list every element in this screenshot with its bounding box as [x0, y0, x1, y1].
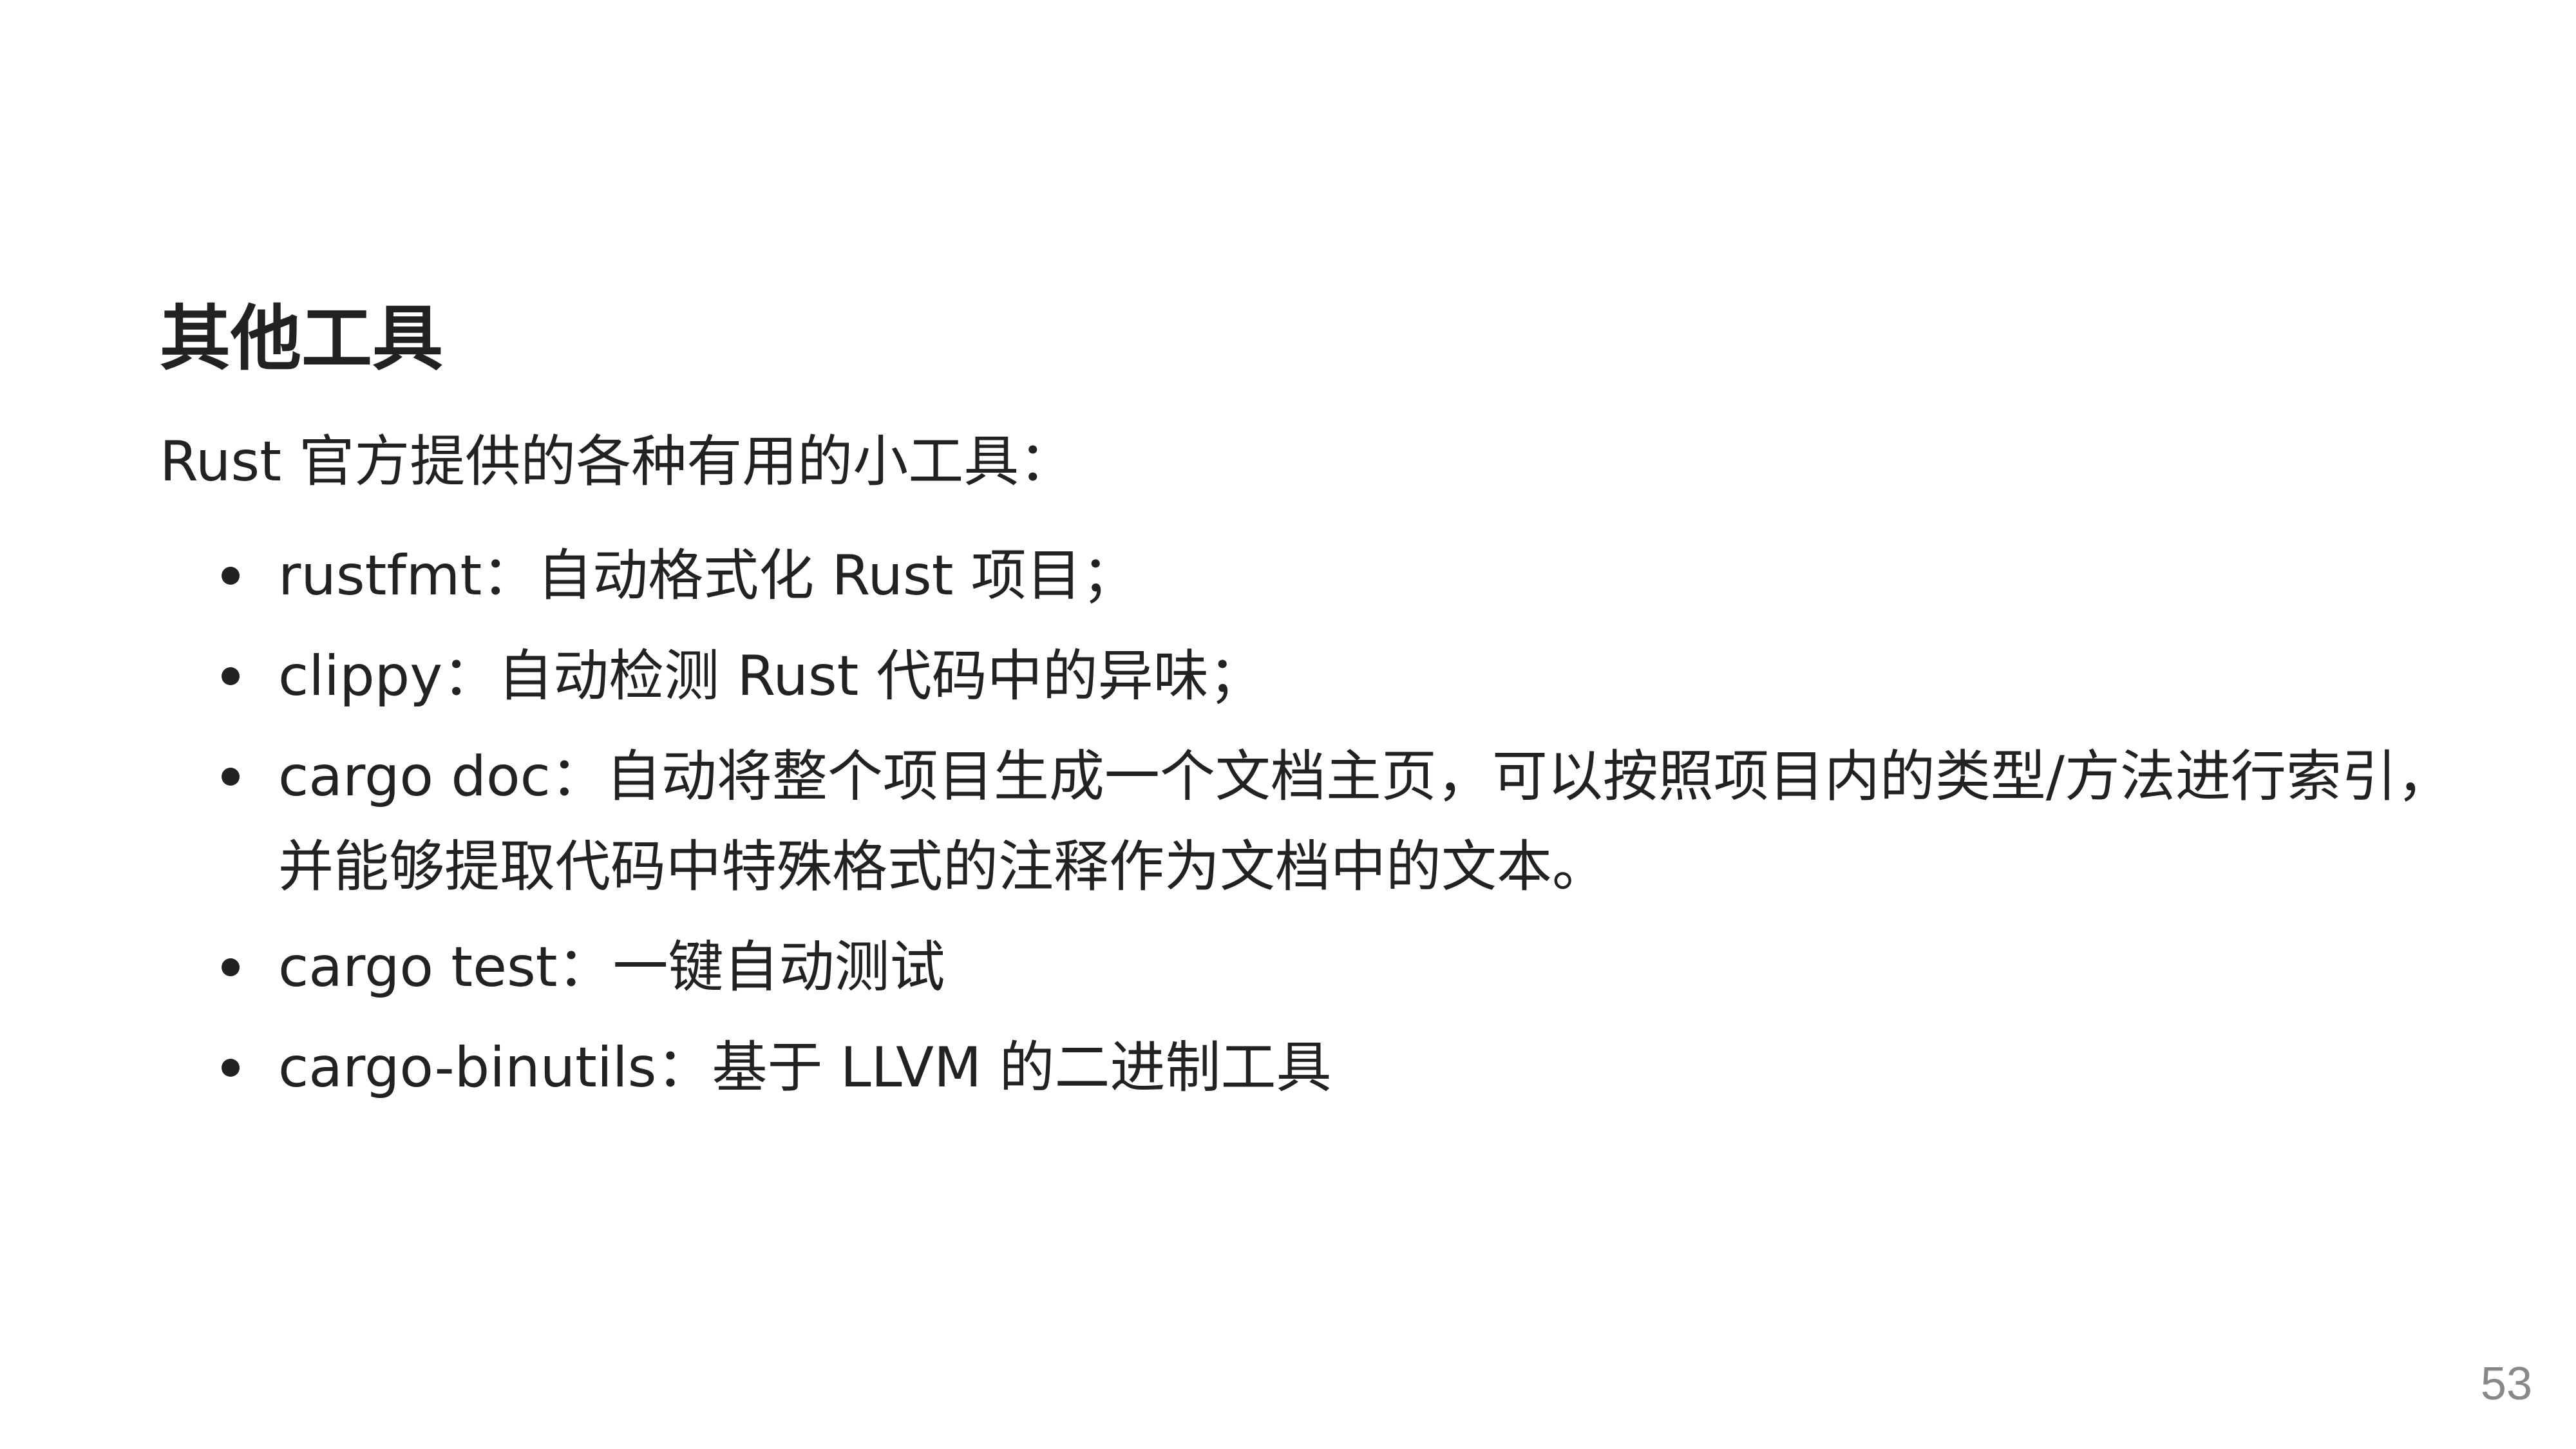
list-item: clippy：自动检测 Rust 代码中的异味；: [160, 631, 2452, 721]
list-item-text: cargo doc：自动将整个项目生成一个文档主页，可以按照项目内的类型/方法进…: [278, 744, 2452, 899]
bullet-icon: [222, 767, 240, 786]
list-item: cargo-binutils：基于 LLVM 的二进制工具: [160, 1023, 2452, 1113]
slide-title: 其他工具: [160, 298, 443, 380]
list-item-text: cargo test：一键自动测试: [278, 934, 945, 999]
slide: 其他工具 Rust 官方提供的各种有用的小工具： rustfmt：自动格式化 R…: [0, 0, 2576, 1449]
bullet-icon: [222, 667, 240, 685]
bullet-icon: [222, 1058, 240, 1077]
list-item-text: cargo-binutils：基于 LLVM 的二进制工具: [278, 1035, 1332, 1100]
list-item: cargo test：一键自动测试: [160, 922, 2452, 1012]
tool-list: rustfmt：自动格式化 Rust 项目； clippy：自动检测 Rust …: [160, 531, 2452, 1113]
page-number: 53: [2480, 1358, 2532, 1410]
list-item-text: clippy：自动检测 Rust 代码中的异味；: [278, 643, 1264, 708]
bullet-icon: [222, 566, 240, 585]
list-item: rustfmt：自动格式化 Rust 项目；: [160, 531, 2452, 621]
list-item-text: rustfmt：自动格式化 Rust 项目；: [278, 543, 1137, 608]
slide-content: 其他工具 Rust 官方提供的各种有用的小工具： rustfmt：自动格式化 R…: [160, 296, 2452, 1123]
intro-text: Rust 官方提供的各种有用的小工具：: [160, 430, 1075, 494]
list-item: cargo doc：自动将整个项目生成一个文档主页，可以按照项目内的类型/方法进…: [160, 732, 2452, 912]
bullet-icon: [222, 958, 240, 976]
